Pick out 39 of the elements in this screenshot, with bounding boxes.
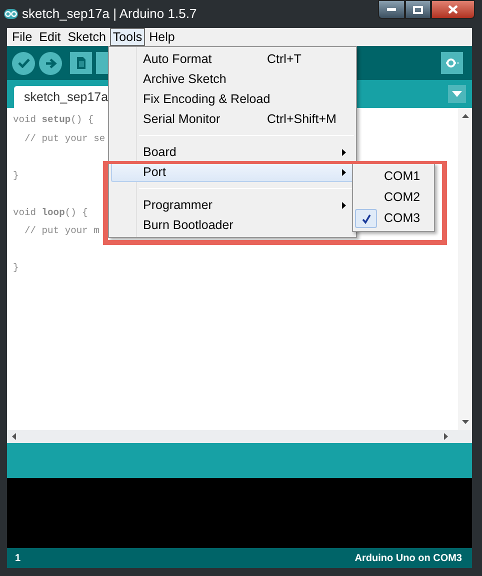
- upload-button[interactable]: [39, 52, 62, 74]
- board-status: Arduino Uno on COM3: [354, 552, 462, 566]
- scroll-left-icon[interactable]: [12, 433, 16, 440]
- menu-item[interactable]: Tools: [110, 28, 146, 46]
- verify-button[interactable]: [12, 52, 35, 74]
- submenu-arrow-icon: [342, 168, 346, 176]
- menu-entry[interactable]: Board: [111, 142, 354, 162]
- app-logo-icon: [4, 9, 18, 19]
- menu-item[interactable]: Sketch: [64, 28, 109, 46]
- menu-entry[interactable]: Burn Bootloader: [111, 215, 354, 235]
- tab-menu-button[interactable]: [448, 85, 466, 103]
- scroll-right-icon[interactable]: [444, 433, 448, 440]
- minimize-button[interactable]: [378, 0, 405, 19]
- com-option[interactable]: COM1: [355, 166, 432, 187]
- vertical-scrollbar[interactable]: [458, 108, 472, 430]
- maximize-button[interactable]: [405, 0, 431, 19]
- window-title: sketch_sep17a | Arduino 1.5.7: [22, 5, 197, 24]
- menu-item[interactable]: Edit: [36, 28, 64, 46]
- check-icon: [18, 58, 30, 68]
- menu-entry[interactable]: Programmer: [111, 195, 354, 215]
- menu-item[interactable]: Help: [146, 28, 178, 46]
- com-option[interactable]: COM2: [355, 187, 432, 208]
- new-button[interactable]: [70, 52, 92, 74]
- submenu-arrow-icon: [342, 148, 346, 156]
- menu-item[interactable]: File: [9, 28, 36, 46]
- serial-monitor-button[interactable]: [441, 52, 463, 74]
- close-button[interactable]: [431, 0, 475, 19]
- caret-down-icon: [452, 91, 462, 97]
- com-option[interactable]: COM3: [355, 208, 432, 229]
- menu-entry[interactable]: Archive Sketch: [111, 69, 354, 89]
- line-number: 1: [15, 552, 21, 566]
- arrow-right-icon: [44, 58, 56, 68]
- scroll-down-icon[interactable]: [462, 420, 468, 424]
- scroll-up-icon[interactable]: [462, 114, 468, 118]
- horizontal-scrollbar[interactable]: [7, 430, 472, 443]
- menu-entry[interactable]: Serial Monitor Ctrl+Shift+M: [111, 109, 354, 129]
- submenu-arrow-icon: [342, 202, 346, 208]
- document-icon: [76, 57, 86, 69]
- close-icon: [448, 5, 458, 14]
